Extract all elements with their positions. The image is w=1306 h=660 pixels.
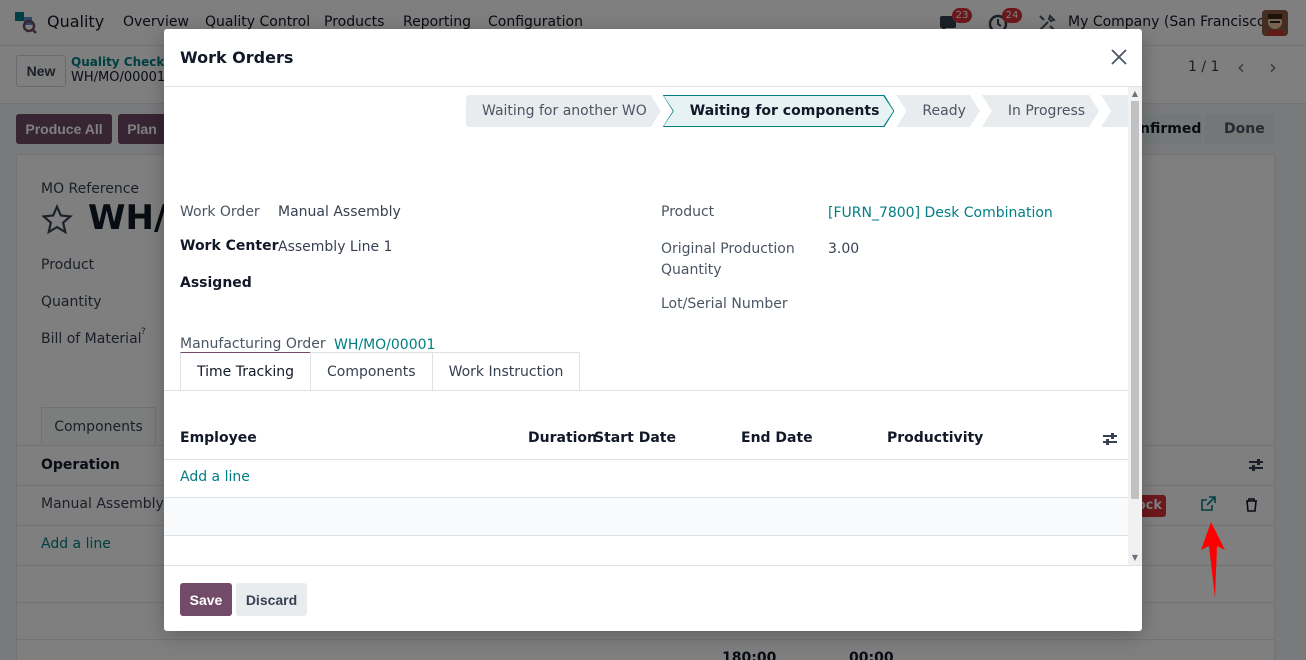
save-button[interactable]: Save bbox=[180, 583, 232, 616]
tab-components[interactable]: Components bbox=[310, 352, 433, 390]
scroll-down-icon[interactable]: ▼ bbox=[1131, 553, 1139, 563]
work-order-label: Work Order bbox=[180, 204, 260, 220]
close-icon[interactable] bbox=[1107, 45, 1131, 69]
product-label: Product bbox=[661, 204, 715, 220]
manufacturing-order-link[interactable]: WH/MO/00001 bbox=[334, 337, 435, 353]
dialog-header: Work Orders bbox=[164, 29, 1142, 87]
table-row bbox=[164, 498, 1128, 535]
assigned-label: Assigned bbox=[180, 275, 252, 291]
work-center-label: Work Center bbox=[180, 238, 279, 254]
orig-qty-label-line1: Original Production bbox=[661, 241, 795, 257]
tab-work-instruction[interactable]: Work Instruction bbox=[431, 352, 581, 390]
notebook-tabs: Time Tracking Components Work Instructio… bbox=[180, 352, 581, 390]
column-end-date[interactable]: End Date bbox=[741, 430, 813, 446]
orig-qty-field[interactable]: 3.00 bbox=[828, 241, 859, 257]
scroll-up-icon[interactable]: ▲ bbox=[1131, 89, 1139, 99]
tabs-divider bbox=[164, 390, 1128, 391]
column-start-date[interactable]: Start Date bbox=[594, 430, 676, 446]
dialog-footer: Save Discard bbox=[164, 565, 1142, 631]
work-orders-dialog: Work Orders Waiting for another WO Waiti… bbox=[164, 29, 1142, 631]
workorder-statusbar: Waiting for another WO Waiting for compo… bbox=[466, 95, 1128, 127]
column-employee[interactable]: Employee bbox=[180, 430, 257, 446]
column-duration[interactable]: Duration bbox=[528, 430, 597, 446]
work-center-field[interactable]: Assembly Line 1 bbox=[278, 239, 392, 255]
table-header-divider bbox=[164, 459, 1128, 460]
column-productivity[interactable]: Productivity bbox=[887, 430, 983, 446]
dialog-scrollbar[interactable]: ▲ ▼ bbox=[1128, 87, 1142, 565]
optional-columns-icon[interactable] bbox=[1102, 432, 1118, 446]
work-order-field[interactable]: Manual Assembly bbox=[278, 204, 401, 220]
table-row-divider bbox=[164, 535, 1128, 536]
orig-qty-label-line2: Quantity bbox=[661, 262, 722, 278]
stage-waiting-for-another-wo[interactable]: Waiting for another WO bbox=[466, 95, 661, 127]
manufacturing-order-label: Manufacturing Order bbox=[180, 336, 326, 352]
dialog-body: Waiting for another WO Waiting for compo… bbox=[164, 87, 1128, 565]
lot-serial-label: Lot/Serial Number bbox=[661, 296, 788, 312]
stage-ready[interactable]: Ready bbox=[896, 95, 979, 127]
annotation-arrow-icon bbox=[1201, 522, 1225, 598]
scroll-thumb[interactable] bbox=[1131, 101, 1139, 499]
tab-time-tracking[interactable]: Time Tracking bbox=[180, 352, 311, 390]
stage-waiting-for-components-wrap: Waiting for components bbox=[663, 95, 895, 127]
product-field-link[interactable]: [FURN_7800] Desk Combination bbox=[828, 205, 1053, 221]
add-a-line-link[interactable]: Add a line bbox=[180, 469, 250, 485]
stage-finished[interactable]: Finished bbox=[1101, 95, 1128, 127]
stage-waiting-for-components[interactable]: Waiting for components bbox=[664, 96, 894, 126]
stage-in-progress[interactable]: In Progress bbox=[982, 95, 1099, 127]
discard-button[interactable]: Discard bbox=[236, 583, 307, 616]
dialog-title: Work Orders bbox=[180, 48, 294, 67]
